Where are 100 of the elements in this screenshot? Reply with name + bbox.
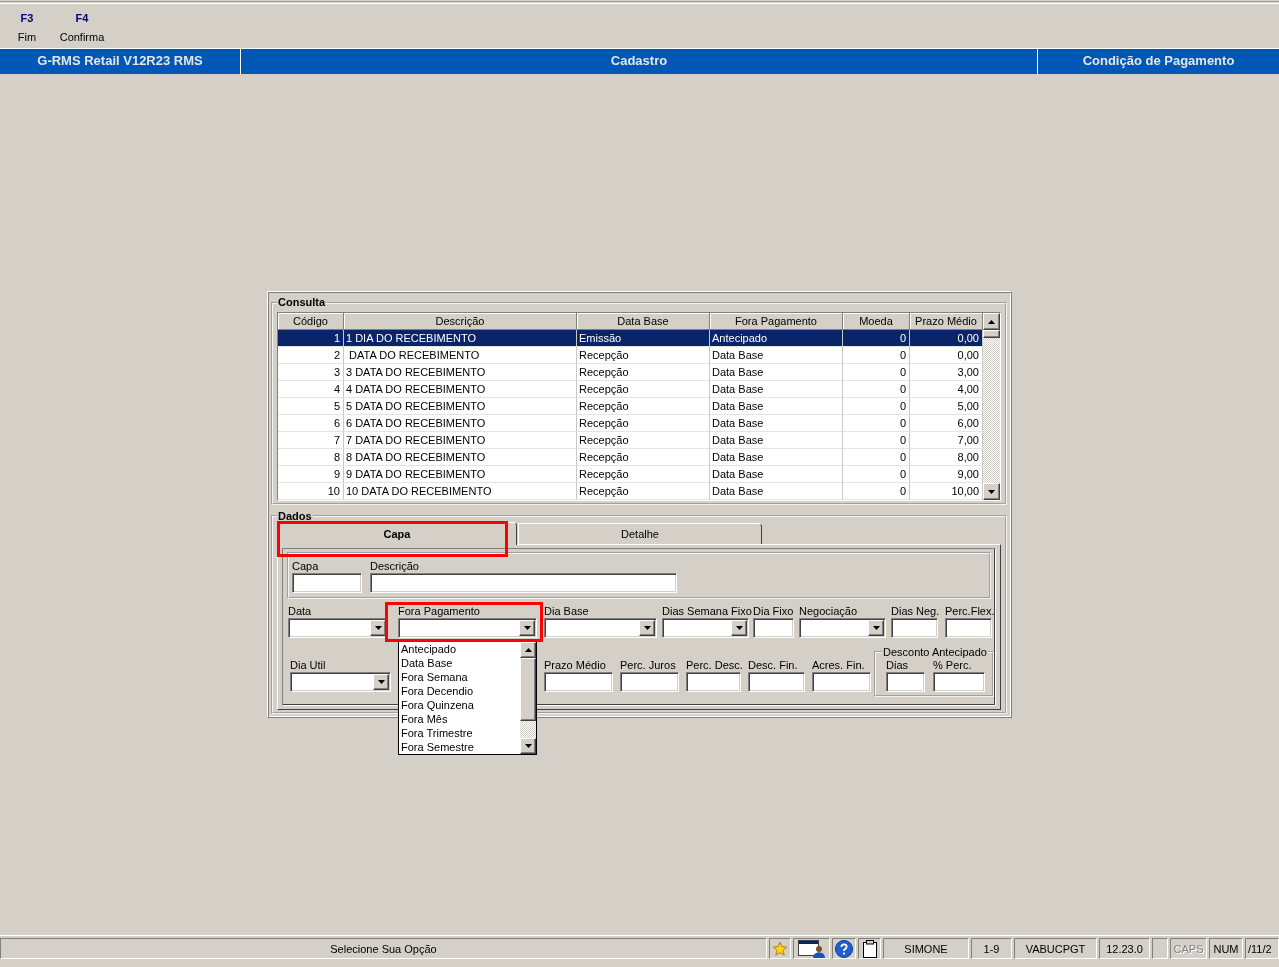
status-panel: VABUCPGT xyxy=(1014,938,1097,959)
dropdown-button[interactable] xyxy=(868,620,884,636)
column-header: Código xyxy=(278,313,344,330)
column-header: Data Base xyxy=(577,313,710,330)
group-title: Consulta xyxy=(277,296,327,309)
field-label: Prazo Médio xyxy=(544,658,606,672)
dropdown-button[interactable] xyxy=(373,674,389,690)
text-field[interactable] xyxy=(292,573,362,593)
table-row[interactable]: 10 10 DATA DO RECEBIMENTO Recepção Data Base 0 10,00 xyxy=(278,483,983,500)
column-header: Descrição xyxy=(344,313,577,330)
list-option[interactable]: Fora Trimestre xyxy=(399,726,520,740)
text-field[interactable] xyxy=(620,672,679,692)
field-label: Data xyxy=(288,604,312,618)
table-row[interactable]: 9 9 DATA DO RECEBIMENTO Recepção Data Base 0 9,00 xyxy=(278,466,983,483)
field-label: % Perc. xyxy=(933,658,972,672)
list-option[interactable]: Fora Semana xyxy=(399,670,520,684)
clipboard-icon[interactable] xyxy=(862,939,877,958)
column-header: Prazo Médio xyxy=(910,313,983,330)
help-icon[interactable] xyxy=(835,939,853,958)
field-label: Descrição xyxy=(370,559,419,573)
field-label: Dias Neg. xyxy=(891,604,940,618)
table-cell: 10 xyxy=(278,483,344,500)
field-label: Dia Fixo xyxy=(753,604,794,618)
list-option[interactable]: Antecipado xyxy=(399,642,520,656)
tab[interactable]: Detalhe xyxy=(518,523,762,544)
caret-down-icon xyxy=(377,680,385,684)
combo-box[interactable] xyxy=(544,618,657,638)
list-option[interactable]: Fora Decendio xyxy=(399,684,520,698)
scrollbar[interactable] xyxy=(983,313,1000,500)
text-field[interactable] xyxy=(945,618,992,638)
scroll-up-button[interactable] xyxy=(520,642,536,658)
combo-box[interactable] xyxy=(288,618,388,638)
caret-down-icon xyxy=(643,626,651,630)
toolbar-button[interactable]: F4 Confirma xyxy=(50,11,114,44)
status-message: Selecione Sua Opção xyxy=(0,938,767,959)
text-field[interactable] xyxy=(812,672,871,692)
toolbar-button[interactable]: F3 Fim xyxy=(4,11,50,44)
table-cell: 0 xyxy=(843,483,910,500)
table-row[interactable]: 4 4 DATA DO RECEBIMENTO Recepção Data Base 0 4,00 xyxy=(278,381,983,398)
status-panel: SIMONE xyxy=(883,938,969,959)
table-cell: Recepção xyxy=(577,483,710,500)
text-field[interactable] xyxy=(370,573,677,593)
list-option[interactable]: Fora Semestre xyxy=(399,740,520,754)
scroll-down-button[interactable] xyxy=(983,483,1000,500)
table-row[interactable]: 8 8 DATA DO RECEBIMENTO Recepção Data Base 0 8,00 xyxy=(278,449,983,466)
scroll-up-button[interactable] xyxy=(983,313,1000,330)
dropdown-button[interactable] xyxy=(519,620,535,636)
field-label: Desc. Fin. xyxy=(748,658,798,672)
column-header: Moeda xyxy=(843,313,910,330)
text-field[interactable] xyxy=(544,672,613,692)
dropdown-button[interactable] xyxy=(370,620,386,636)
combo-box[interactable] xyxy=(799,618,886,638)
combo-box[interactable] xyxy=(662,618,749,638)
table-row[interactable]: 5 5 DATA DO RECEBIMENTO Recepção Data Base 0 5,00 xyxy=(278,398,983,415)
table-row[interactable]: 6 6 DATA DO RECEBIMENTO Recepção Data Base 0 6,00 xyxy=(278,415,983,432)
combo-box[interactable] xyxy=(290,672,391,692)
text-field[interactable] xyxy=(753,618,794,638)
caret-up-icon xyxy=(524,648,532,652)
table-row[interactable]: 1 1 DIA DO RECEBIMENTO Emissão Antecipado 0 0,00 xyxy=(278,330,983,347)
dropdown-button[interactable] xyxy=(639,620,655,636)
status-panel xyxy=(1152,938,1168,959)
text-field[interactable] xyxy=(748,672,805,692)
text-field[interactable] xyxy=(891,618,938,638)
list-option[interactable]: Data Base xyxy=(399,656,520,670)
list-option[interactable]: Fora Mês xyxy=(399,712,520,726)
status-panel: 1-9 xyxy=(971,938,1012,959)
caret-up-icon xyxy=(988,319,995,324)
field-label: Perc. Juros xyxy=(620,658,676,672)
list-option[interactable]: Fora Quinzena xyxy=(399,698,520,712)
caret-down-icon xyxy=(523,626,531,630)
scroll-thumb[interactable] xyxy=(983,330,1000,338)
combo-box[interactable] xyxy=(398,618,537,638)
caret-down-icon xyxy=(374,626,382,630)
text-field[interactable] xyxy=(933,672,985,692)
text-field[interactable] xyxy=(886,672,925,692)
scroll-thumb[interactable] xyxy=(520,658,536,721)
status-panel: CAPS xyxy=(1170,938,1207,959)
window-person-icon[interactable] xyxy=(797,939,826,958)
table-row[interactable]: 7 7 DATA DO RECEBIMENTO Recepção Data Base 0 7,00 xyxy=(278,432,983,449)
table-cell: 10 DATA DO RECEBIMENTO xyxy=(344,483,577,500)
column-header: Fora Pagamento xyxy=(710,313,843,330)
field-label: Capa xyxy=(292,559,319,573)
status-panel: NUM xyxy=(1209,938,1243,959)
caret-down-icon xyxy=(988,489,995,494)
table-row[interactable]: 3 3 DATA DO RECEBIMENTO Recepção Data Base 0 3,00 xyxy=(278,364,983,381)
field-label: Perc.Flex. xyxy=(945,604,995,618)
caret-down-icon xyxy=(735,626,743,630)
field-label: Fora Pagamento xyxy=(398,604,480,618)
text-field[interactable] xyxy=(686,672,741,692)
caret-down-icon xyxy=(872,626,880,630)
title-bar-section: G-RMS Retail V12R23 RMS xyxy=(0,49,240,74)
star-icon[interactable] xyxy=(772,940,788,957)
field-label: Perc. Desc. xyxy=(686,658,743,672)
dropdown-button[interactable] xyxy=(731,620,747,636)
scroll-down-button[interactable] xyxy=(520,738,536,754)
table-row[interactable]: 2 DATA DO RECEBIMENTO Recepção Data Base 0 0,00 xyxy=(278,347,983,364)
scrollbar[interactable] xyxy=(520,642,536,754)
field-label: Dia Base xyxy=(544,604,589,618)
title-bar-section: Cadastro xyxy=(240,49,1037,74)
field-label: Negociação xyxy=(799,604,858,618)
